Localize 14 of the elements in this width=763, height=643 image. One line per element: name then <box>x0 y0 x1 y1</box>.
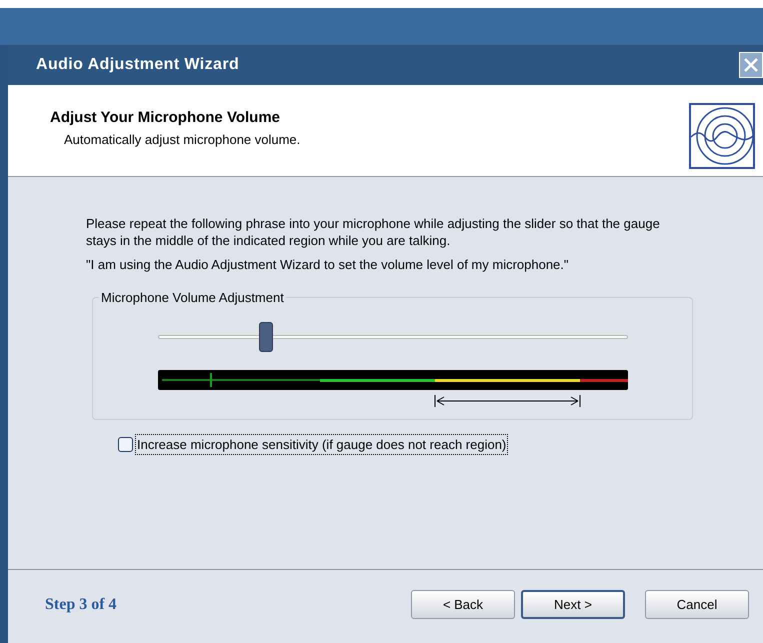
wizard-button[interactable]: Cancel <box>645 590 749 619</box>
wizard-button[interactable]: < Back <box>411 590 515 619</box>
header-title: Adjust Your Microphone Volume <box>50 108 282 128</box>
header-subtitle: Automatically adjust microphone volume. <box>63 130 300 149</box>
checkbox[interactable] <box>118 436 133 452</box>
step-indicator: Step 3 of 4 <box>45 594 117 614</box>
instructions-text: Please repeat the following phrase into your microphone while adjusting the slider so that the gauge stays in the middle of the indicated region while you are talking. <box>86 215 661 249</box>
wizard-button[interactable]: Next > <box>521 590 625 619</box>
close-icon <box>743 57 759 73</box>
sound-wave-icon <box>689 103 755 169</box>
phrase-text: "I am using the Audio Adjustment Wizard to set the volume level of my microphone." <box>86 256 570 274</box>
window-title: Audio Adjustment Wizard <box>36 55 240 75</box>
volume-slider[interactable] <box>158 322 628 352</box>
slider-thumb[interactable] <box>259 322 274 352</box>
